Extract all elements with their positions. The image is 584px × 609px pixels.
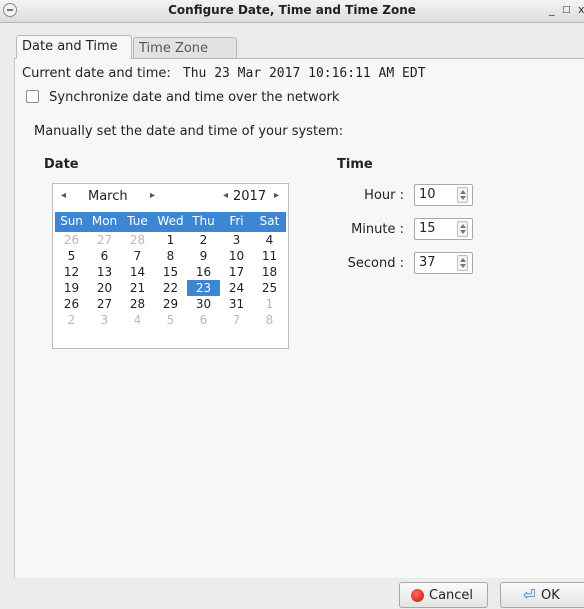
calendar-day[interactable]: 1 — [154, 232, 187, 248]
spin-arrows-icon[interactable] — [457, 255, 468, 271]
calendar-day[interactable]: 31 — [220, 296, 253, 312]
spin-arrows-icon[interactable] — [457, 221, 468, 237]
time-section-title: Time — [337, 157, 373, 172]
sync-row[interactable]: Synchronize date and time over the netwo… — [26, 90, 339, 105]
second-label: Second : — [347, 256, 404, 271]
calendar-day[interactable]: 8 — [154, 248, 187, 264]
second-spinbox[interactable]: 37 — [414, 252, 473, 274]
ok-button[interactable]: ⏎ OK — [500, 582, 584, 608]
weekday-label: Tue — [127, 214, 148, 228]
current-date-time-value: Thu 23 Mar 2017 10:16:11 AM EDT — [182, 66, 426, 81]
current-date-time-label: Current date and time: — [22, 66, 171, 81]
calendar-day[interactable]: 5 — [154, 312, 187, 328]
calendar-day[interactable]: 23 — [187, 280, 220, 296]
current-date-time-row: Current date and time: Thu 23 Mar 2017 1… — [22, 66, 426, 81]
calendar-day[interactable]: 30 — [187, 296, 220, 312]
calendar-day[interactable]: 4 — [253, 232, 286, 248]
calendar-day[interactable]: 22 — [154, 280, 187, 296]
calendar-day[interactable]: 2 — [55, 312, 88, 328]
hour-label: Hour : — [364, 188, 404, 203]
minute-spinbox[interactable]: 15 — [414, 218, 473, 240]
prev-month-icon[interactable]: ◂ — [61, 190, 66, 201]
calendar-year: 2017 — [233, 189, 267, 204]
calendar-day[interactable]: 27 — [88, 296, 121, 312]
next-month-icon[interactable]: ▸ — [150, 190, 155, 201]
maximize-button[interactable]: □ — [562, 5, 571, 15]
minute-label: Minute : — [351, 222, 404, 237]
calendar-day[interactable]: 15 — [154, 264, 187, 280]
weekday-label: Wed — [157, 214, 184, 228]
sync-checkbox[interactable] — [26, 90, 39, 103]
prev-year-icon[interactable]: ◂ — [223, 190, 228, 201]
close-button[interactable]: x — [578, 3, 584, 16]
calendar-day[interactable]: 18 — [253, 264, 286, 280]
calendar-day[interactable]: 3 — [88, 312, 121, 328]
calendar-day[interactable]: 7 — [220, 312, 253, 328]
manual-set-label: Manually set the date and time of your s… — [34, 124, 344, 139]
calendar-header: ◂ March ▸ ◂ 2017 ▸ — [53, 184, 288, 212]
calendar-day[interactable]: 1 — [253, 296, 286, 312]
calendar-day[interactable]: 13 — [88, 264, 121, 280]
minute-value[interactable]: 15 — [419, 221, 436, 236]
calendar-day[interactable]: 28 — [121, 232, 154, 248]
calendar-day[interactable]: 4 — [121, 312, 154, 328]
second-value[interactable]: 37 — [419, 255, 436, 270]
cancel-icon — [411, 589, 424, 602]
calendar-day[interactable]: 2 — [187, 232, 220, 248]
calendar-day[interactable]: 24 — [220, 280, 253, 296]
calendar-day[interactable]: 7 — [121, 248, 154, 264]
calendar-day[interactable]: 12 — [55, 264, 88, 280]
calendar-day[interactable]: 20 — [88, 280, 121, 296]
calendar-month: March — [88, 189, 128, 204]
calendar-day[interactable]: 19 — [55, 280, 88, 296]
calendar-day[interactable]: 3 — [220, 232, 253, 248]
next-year-icon[interactable]: ▸ — [274, 190, 279, 201]
calendar-day[interactable]: 8 — [253, 312, 286, 328]
calendar-day[interactable]: 29 — [154, 296, 187, 312]
weekday-label: Sat — [259, 214, 280, 228]
calendar-day[interactable]: 14 — [121, 264, 154, 280]
calendar-day[interactable]: 6 — [187, 312, 220, 328]
calendar-day[interactable]: 21 — [121, 280, 154, 296]
weekday-label: Fri — [229, 214, 244, 228]
cancel-button[interactable]: Cancel — [399, 582, 488, 608]
weekday-label: Sun — [60, 214, 83, 228]
hour-spinbox[interactable]: 10 — [414, 184, 473, 206]
calendar-day[interactable]: 16 — [187, 264, 220, 280]
weekday-label: Thu — [192, 214, 215, 228]
calendar-day[interactable]: 9 — [187, 248, 220, 264]
spin-arrows-icon[interactable] — [457, 187, 468, 203]
tab-time-zone[interactable]: Time Zone — [133, 37, 237, 59]
calendar-day[interactable]: 26 — [55, 232, 88, 248]
calendar-day[interactable]: 10 — [220, 248, 253, 264]
calendar-day[interactable]: 26 — [55, 296, 88, 312]
window-title: Configure Date, Time and Time Zone — [168, 3, 416, 17]
ok-button-label: OK — [541, 588, 560, 603]
calendar-day[interactable]: 27 — [88, 232, 121, 248]
calendar-day[interactable]: 25 — [253, 280, 286, 296]
hour-value[interactable]: 10 — [419, 187, 436, 202]
cancel-button-label: Cancel — [429, 588, 474, 603]
calendar-day[interactable]: 11 — [253, 248, 286, 264]
ok-icon: ⏎ — [523, 586, 536, 604]
tab-date-and-time[interactable]: Date and Time — [16, 35, 132, 59]
calendar-day[interactable]: 6 — [88, 248, 121, 264]
date-section-title: Date — [44, 157, 79, 172]
calendar-day[interactable]: 5 — [55, 248, 88, 264]
minimize-button[interactable]: _ — [549, 3, 555, 16]
weekday-header: Sun Mon Tue Wed Thu Fri Sat — [55, 212, 286, 232]
calendar[interactable]: ◂ March ▸ ◂ 2017 ▸ Sun Mon Tue Wed Thu F… — [52, 183, 289, 349]
calendar-day[interactable]: 17 — [220, 264, 253, 280]
sync-label[interactable]: Synchronize date and time over the netwo… — [49, 90, 339, 105]
weekday-label: Mon — [91, 214, 118, 228]
title-bar: Configure Date, Time and Time Zone _ □ x — [0, 0, 584, 23]
calendar-day[interactable]: 28 — [121, 296, 154, 312]
